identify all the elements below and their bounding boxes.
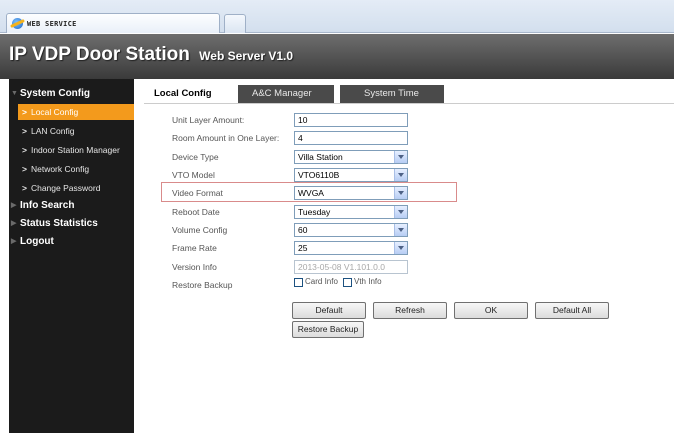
app-title: IP VDP Door Station Web Server V1.0	[9, 44, 293, 66]
browser-tab[interactable]: WEB SERVICE	[6, 13, 220, 33]
unit-layer-amount-label: Unit Layer Amount:	[172, 115, 245, 125]
vth-info-label: Vth Info	[354, 277, 382, 286]
sidebar-section-system-config[interactable]: ▼ System Config	[9, 85, 134, 103]
app-title-text: IP VDP Door Station	[9, 44, 190, 65]
device-type-value: Villa Station	[298, 152, 343, 162]
version-info-field: 2013-05-08 V1.101.0.0	[294, 260, 408, 274]
sidebar: ▼ System Config > Local Config > LAN Confi…	[9, 79, 134, 433]
tab-ac-manager[interactable]: A&C Manager	[238, 85, 334, 103]
card-info-label: Card Info	[305, 277, 338, 286]
sidebar-section-status-statistics[interactable]: ▶ Status Statistics	[9, 215, 134, 233]
frame-rate-label: Frame Rate	[172, 243, 217, 253]
sidebar-item-change-password[interactable]: > Change Password	[18, 180, 134, 196]
config-tabs: Local Config A&C Manager System Time	[144, 85, 450, 103]
video-format-label: Video Format	[172, 188, 223, 198]
default-button[interactable]: Default	[292, 302, 366, 319]
chevron-down-icon[interactable]	[394, 187, 407, 199]
sidebar-item-label: Change Password	[30, 183, 101, 193]
chevron-right-icon: >	[22, 183, 27, 193]
chevron-down-icon[interactable]	[394, 151, 407, 163]
refresh-button[interactable]: Refresh	[373, 302, 447, 319]
tab-system-time[interactable]: System Time	[340, 85, 444, 103]
chevron-down-icon[interactable]	[394, 224, 407, 236]
device-type-label: Device Type	[172, 152, 219, 162]
browser-tab-title: WEB SERVICE	[27, 19, 77, 28]
reboot-date-label: Reboot Date	[172, 207, 220, 217]
ie-logo-icon	[12, 18, 23, 29]
vto-model-select[interactable]: VTO6110B	[294, 168, 408, 182]
sidebar-section-label: System Config	[20, 88, 91, 99]
sidebar-item-indoor-station-manager[interactable]: > Indoor Station Manager	[18, 142, 134, 158]
triangle-right-icon: ▶	[11, 220, 17, 227]
triangle-down-icon: ▼	[11, 90, 18, 97]
chevron-down-icon[interactable]	[394, 242, 407, 254]
new-tab-button[interactable]	[224, 14, 246, 33]
vto-model-value: VTO6110B	[298, 170, 340, 180]
sidebar-item-label: LAN Config	[30, 126, 75, 136]
sidebar-item-label: Indoor Station Manager	[30, 145, 120, 155]
reboot-date-value: Tuesday	[298, 207, 331, 217]
sidebar-item-label: Network Config	[30, 164, 90, 174]
browser-tab-strip: WEB SERVICE	[0, 0, 674, 33]
frame-rate-select[interactable]: 25	[294, 241, 408, 255]
volume-config-select[interactable]: 60	[294, 223, 408, 237]
room-amount-input[interactable]: 4	[294, 131, 408, 145]
version-info-label: Version Info	[172, 262, 217, 272]
app-subtitle: Web Server V1.0	[199, 49, 294, 63]
sidebar-section-label: Info Search	[20, 200, 75, 211]
tab-divider	[144, 103, 674, 104]
restore-backup-label: Restore Backup	[172, 280, 233, 290]
chevron-right-icon: >	[22, 107, 27, 117]
reboot-date-select[interactable]: Tuesday	[294, 205, 408, 219]
default-all-button[interactable]: Default All	[535, 302, 609, 319]
card-info-checkbox[interactable]	[294, 278, 303, 287]
device-type-select[interactable]: Villa Station	[294, 150, 408, 164]
sidebar-section-info-search[interactable]: ▶ Info Search	[9, 197, 134, 215]
restore-backup-button[interactable]: Restore Backup	[292, 321, 364, 338]
sidebar-item-network-config[interactable]: > Network Config	[18, 161, 134, 177]
chevron-down-icon[interactable]	[394, 206, 407, 218]
ok-button[interactable]: OK	[454, 302, 528, 319]
video-format-select[interactable]: WVGA	[294, 186, 408, 200]
frame-rate-value: 25	[298, 243, 308, 253]
chevron-right-icon: >	[22, 126, 27, 136]
chevron-down-icon[interactable]	[394, 169, 407, 181]
volume-config-label: Volume Config	[172, 225, 228, 235]
video-format-value: WVGA	[298, 188, 324, 198]
sidebar-section-label: Status Statistics	[20, 218, 98, 229]
unit-layer-amount-input[interactable]: 10	[294, 113, 408, 127]
triangle-right-icon: ▶	[11, 238, 17, 245]
vto-model-label: VTO Model	[172, 170, 215, 180]
chevron-right-icon: >	[22, 164, 27, 174]
triangle-right-icon: ▶	[11, 202, 17, 209]
volume-config-value: 60	[298, 225, 308, 235]
sidebar-section-label: Logout	[20, 236, 54, 247]
vth-info-checkbox[interactable]	[343, 278, 352, 287]
app-header: IP VDP Door Station Web Server V1.0	[0, 34, 674, 79]
room-amount-label: Room Amount in One Layer:	[172, 133, 280, 143]
sidebar-item-local-config[interactable]: > Local Config	[18, 104, 134, 120]
sidebar-item-lan-config[interactable]: > LAN Config	[18, 123, 134, 139]
sidebar-item-label: Local Config	[30, 107, 79, 117]
tab-local-config[interactable]: Local Config	[144, 85, 232, 103]
main-panel: Local Config A&C Manager System Time Uni…	[134, 79, 674, 433]
chevron-right-icon: >	[22, 145, 27, 155]
sidebar-section-logout[interactable]: ▶ Logout	[9, 233, 134, 251]
